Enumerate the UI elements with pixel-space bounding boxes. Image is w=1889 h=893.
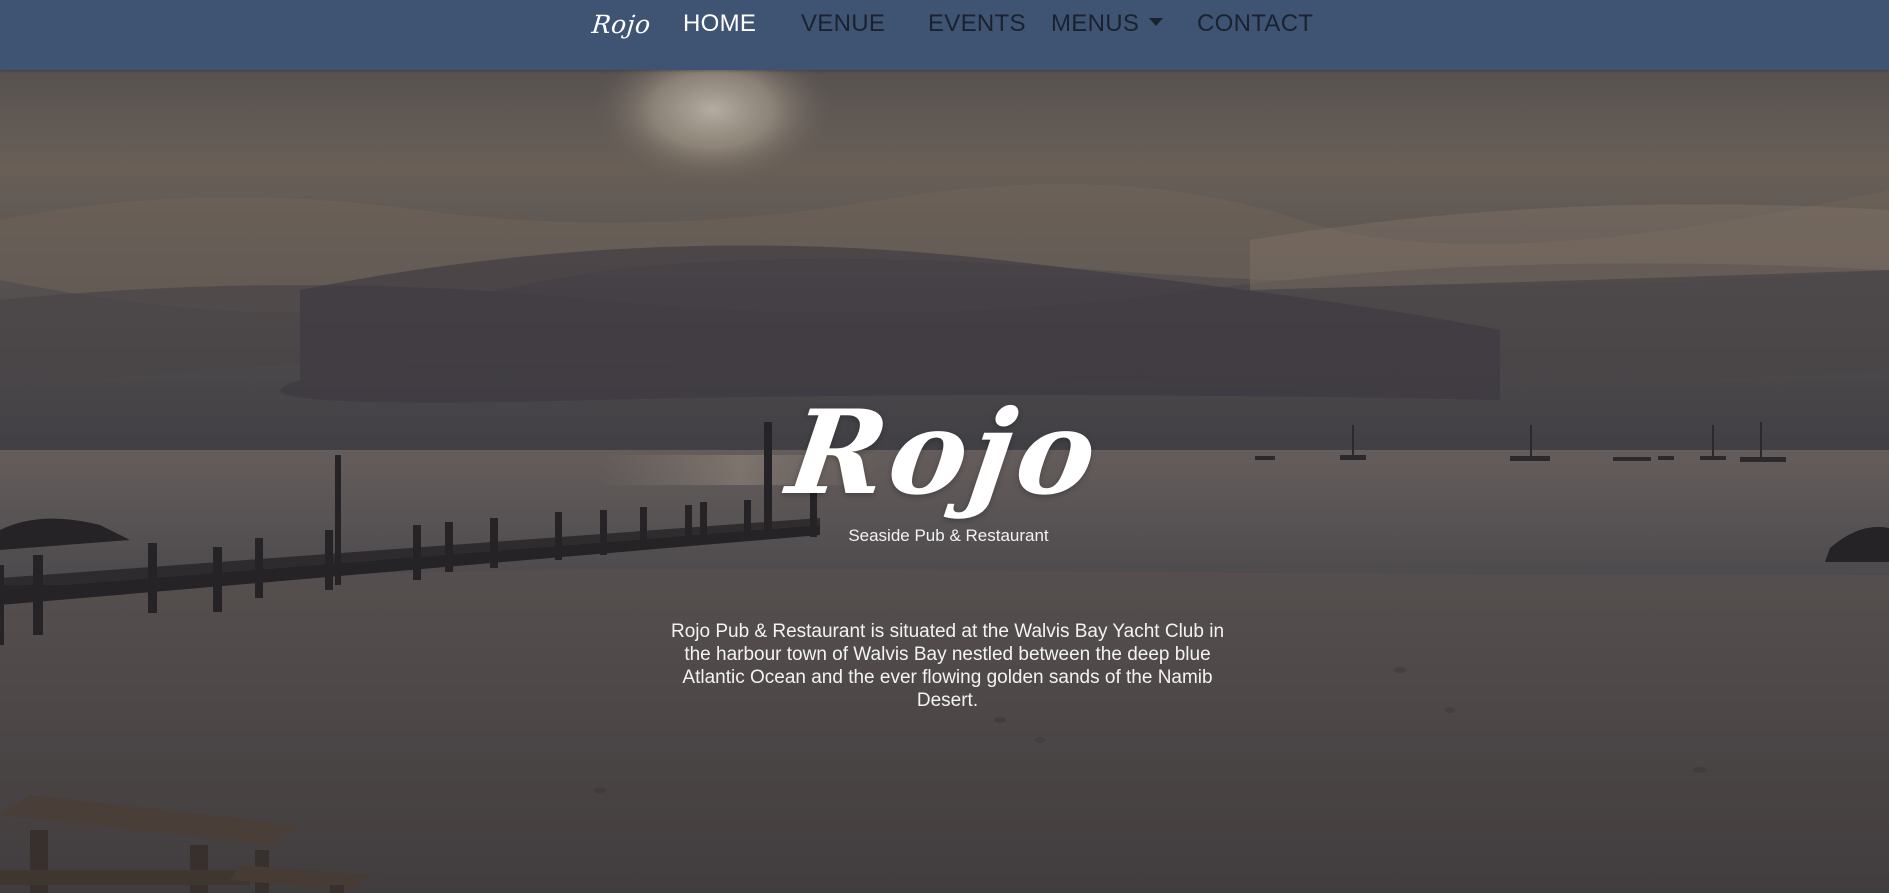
brand-logo-link[interactable]: Rojo xyxy=(590,10,652,39)
navbar: Rojo HOME VENUE EVENTS MENUS CONTACT xyxy=(0,0,1889,70)
nav-contact-link[interactable]: CONTACT xyxy=(1197,10,1313,38)
nav-venue-link[interactable]: VENUE xyxy=(801,10,885,38)
caret-down-icon xyxy=(1149,17,1164,26)
nav-events-link[interactable]: EVENTS xyxy=(928,10,1026,38)
hero-description: Rojo Pub & Restaurant is situated at the… xyxy=(670,621,1225,711)
hero-subtitle: Seaside Pub & Restaurant xyxy=(848,526,1049,545)
hero-title: Rojo xyxy=(780,385,1109,521)
nav-home-link[interactable]: HOME xyxy=(683,10,756,38)
nav-menus-dropdown[interactable]: MENUS xyxy=(1051,10,1164,38)
nav-menus-label: MENUS xyxy=(1051,10,1140,37)
hero-section: Rojo Seaside Pub & Restaurant Rojo Pub &… xyxy=(0,70,1889,893)
